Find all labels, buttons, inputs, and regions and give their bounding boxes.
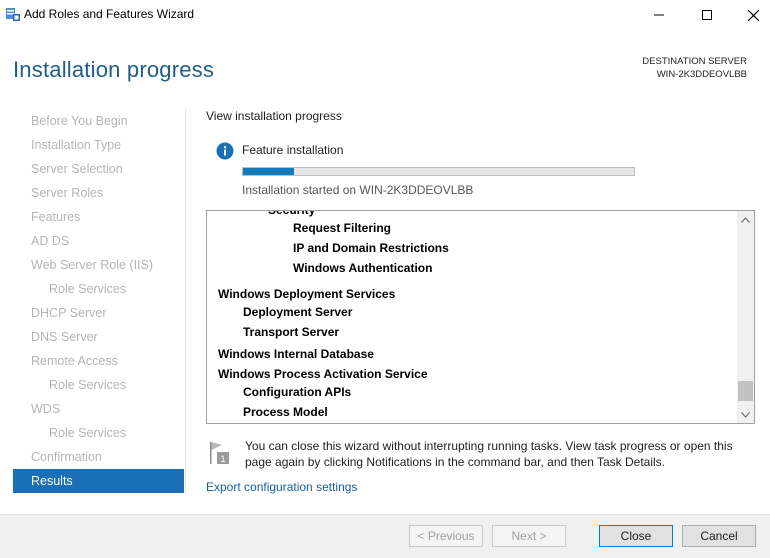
chevron-up-icon: [741, 216, 750, 223]
minimize-button[interactable]: [636, 0, 682, 30]
sidebar-item-wds[interactable]: WDS: [13, 397, 184, 421]
list-item: Transport Server: [243, 325, 340, 339]
sidebar-item-ad-ds[interactable]: AD DS: [13, 229, 184, 253]
notification-badge-number: 1: [220, 454, 225, 464]
wizard-header: Installation progress DESTINATION SERVER…: [0, 30, 770, 100]
window-title: Add Roles and Features Wizard: [24, 7, 195, 21]
list-item: Windows Process Activation Service: [218, 367, 428, 381]
list-item: Windows Internal Database: [218, 347, 374, 361]
list-item: Process Model: [243, 405, 328, 419]
list-item: Configuration APIs: [243, 385, 352, 399]
notification-flag-icon: 1: [210, 442, 229, 464]
list-item: Windows Authentication: [293, 261, 433, 275]
destination-label: DESTINATION SERVER: [642, 56, 747, 67]
scrollbar-thumb[interactable]: [738, 381, 753, 401]
progress-fill: [243, 168, 294, 175]
sidebar-item-before-you-begin[interactable]: Before You Begin: [13, 109, 184, 133]
sidebar-item-results[interactable]: Results: [13, 469, 184, 493]
vertical-scrollbar[interactable]: [737, 211, 754, 423]
sidebar-item-server-roles[interactable]: Server Roles: [13, 181, 184, 205]
close-wizard-note: You can close this wizard without interr…: [245, 439, 733, 469]
nav-divider: [185, 108, 186, 494]
maximize-button[interactable]: [684, 0, 730, 30]
sidebar-item-installation-type[interactable]: Installation Type: [13, 133, 184, 157]
installation-results-list[interactable]: Security Request Filtering IP and Domain R…: [206, 210, 755, 424]
sidebar-item-role-services[interactable]: Role Services: [13, 277, 184, 301]
sidebar-item-role-services[interactable]: Role Services: [13, 373, 184, 397]
page-title: Installation progress: [13, 57, 215, 82]
close-button[interactable]: Close: [599, 525, 673, 547]
sidebar-item-server-selection[interactable]: Server Selection: [13, 157, 184, 181]
sidebar-item-confirmation[interactable]: Confirmation: [13, 445, 184, 469]
sidebar-item-remote-access[interactable]: Remote Access: [13, 349, 184, 373]
list-item: IP and Domain Restrictions: [293, 241, 449, 255]
scroll-up-button[interactable]: [737, 211, 754, 228]
server-manager-icon: [6, 8, 20, 21]
sidebar-item-web-server-role-iis[interactable]: Web Server Role (IIS): [13, 253, 184, 277]
info-icon: [216, 142, 234, 160]
title-bar: Add Roles and Features Wizard: [0, 0, 770, 30]
next-button[interactable]: Next >: [492, 525, 566, 547]
sidebar-item-features[interactable]: Features: [13, 205, 184, 229]
chevron-down-icon: [741, 411, 750, 418]
scroll-down-button[interactable]: [737, 406, 754, 423]
destination-server-info: DESTINATION SERVER WIN-2K3DDEOVLBB: [642, 55, 747, 81]
close-window-button[interactable]: [730, 0, 770, 30]
cancel-button[interactable]: Cancel: [682, 525, 756, 547]
wizard-footer: < Previous Next > Close Cancel: [0, 514, 770, 558]
list-item: Security: [268, 210, 316, 217]
previous-button[interactable]: < Previous: [409, 525, 483, 547]
sidebar-item-role-services[interactable]: Role Services: [13, 421, 184, 445]
destination-server-name: WIN-2K3DDEOVLBB: [656, 69, 747, 80]
maximize-icon: [702, 10, 712, 20]
minimize-icon: [654, 14, 664, 16]
feature-installation-label: Feature installation: [242, 143, 344, 157]
sidebar-item-dhcp-server[interactable]: DHCP Server: [13, 301, 184, 325]
view-progress-label: View installation progress: [206, 109, 342, 123]
installation-status-text: Installation started on WIN-2K3DDEOVLBB: [242, 183, 474, 197]
export-configuration-link[interactable]: Export configuration settings: [206, 480, 357, 494]
list-item: Windows Deployment Services: [218, 287, 396, 301]
installation-progress-bar: [242, 167, 635, 176]
list-item: Request Filtering: [293, 221, 392, 235]
list-item: Deployment Server: [243, 305, 353, 319]
sidebar-item-dns-server[interactable]: DNS Server: [13, 325, 184, 349]
close-icon: [747, 9, 759, 21]
